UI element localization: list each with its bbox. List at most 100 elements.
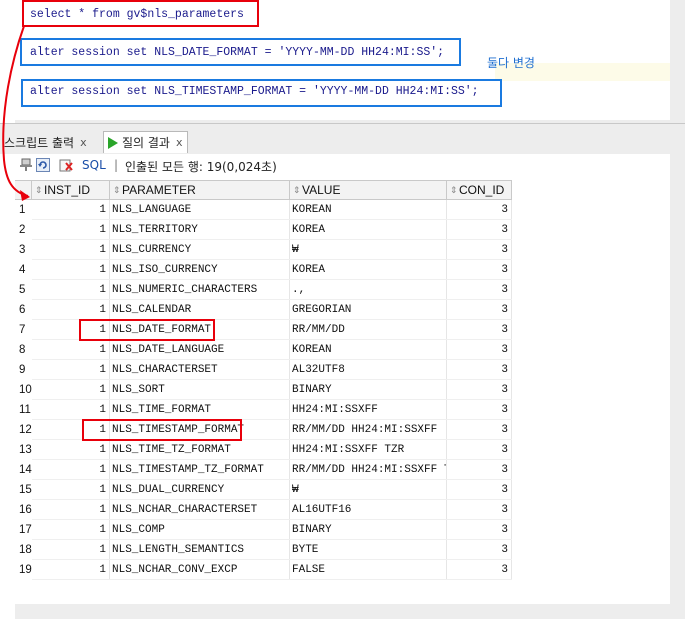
close-icon[interactable]: x bbox=[176, 136, 183, 149]
table-row[interactable]: 5 1 NLS_NUMERIC_CHARACTERS., 3 bbox=[15, 280, 512, 300]
cell-parameter[interactable]: NLS_DUAL_CURRENCY bbox=[110, 480, 290, 500]
column-header-label: PARAMETER bbox=[122, 183, 196, 197]
table-row[interactable]: 2 1 NLS_TERRITORY KOREA 3 bbox=[15, 220, 512, 240]
row-number: 13 bbox=[19, 444, 32, 456]
annotation-box-timestamp-format bbox=[21, 79, 502, 107]
cell-value[interactable]: GREGORIAN bbox=[290, 300, 447, 320]
cell-parameter[interactable]: NLS_NCHAR_CHARACTERSET bbox=[110, 500, 290, 520]
cell-inst-id[interactable]: 1 bbox=[32, 360, 110, 380]
export-icon[interactable] bbox=[59, 158, 73, 172]
cell-parameter[interactable]: NLS_LANGUAGE bbox=[110, 200, 290, 220]
cell-con-id[interactable]: 3 bbox=[447, 440, 512, 460]
cell-value[interactable]: FALSE bbox=[290, 560, 447, 580]
cell-value[interactable]: KOREAN bbox=[290, 200, 447, 220]
table-row[interactable]: 8 1 NLS_DATE_LANGUAGE KOREAN 3 bbox=[15, 340, 512, 360]
cell-parameter[interactable]: NLS_NCHAR_CONV_EXCP bbox=[110, 560, 290, 580]
cell-parameter[interactable]: NLS_DATE_LANGUAGE bbox=[110, 340, 290, 360]
column-header-parameter[interactable]: ⇕ PARAMETER bbox=[110, 180, 290, 200]
cell-value[interactable]: BINARY bbox=[290, 520, 447, 540]
cell-inst-id[interactable]: 1 bbox=[32, 500, 110, 520]
cell-parameter[interactable]: NLS_CHARACTERSET bbox=[110, 360, 290, 380]
cell-value[interactable]: RR/MM/DD HH24:MI:SSXFF bbox=[290, 420, 447, 440]
cell-inst-id[interactable]: 1 bbox=[32, 240, 110, 260]
table-row[interactable]: 4 1 NLS_ISO_CURRENCY KOREA 3 bbox=[15, 260, 512, 280]
cell-value[interactable]: AL32UTF8 bbox=[290, 360, 447, 380]
table-row[interactable]: 3 1 NLS_CURRENCY ₩3 bbox=[15, 240, 512, 260]
cell-con-id[interactable]: 3 bbox=[447, 400, 512, 420]
cell-con-id[interactable]: 3 bbox=[447, 560, 512, 580]
cell-inst-id[interactable]: 1 bbox=[32, 340, 110, 360]
cell-inst-id[interactable]: 1 bbox=[32, 520, 110, 540]
cell-value[interactable]: BYTE bbox=[290, 540, 447, 560]
cell-con-id[interactable]: 3 bbox=[447, 500, 512, 520]
cell-con-id[interactable]: 3 bbox=[447, 280, 512, 300]
cell-value[interactable]: ., bbox=[290, 280, 447, 300]
cell-inst-id[interactable]: 1 bbox=[32, 300, 110, 320]
cell-con-id[interactable]: 3 bbox=[447, 200, 512, 220]
cell-inst-id[interactable]: 1 bbox=[32, 480, 110, 500]
cell-value[interactable]: HH24:MI:SSXFF TZR bbox=[290, 440, 447, 460]
cell-inst-id[interactable]: 1 bbox=[32, 220, 110, 240]
table-row[interactable]: 1 1 NLS_LANGUAGE KOREAN 3 bbox=[15, 200, 512, 220]
cell-parameter[interactable]: NLS_TIME_FORMAT bbox=[110, 400, 290, 420]
table-row[interactable]: 18 1 NLS_LENGTH_SEMANTICS BYTE 3 bbox=[15, 540, 512, 560]
cell-parameter[interactable]: NLS_LENGTH_SEMANTICS bbox=[110, 540, 290, 560]
column-header-value[interactable]: ⇕ VALUE bbox=[290, 180, 447, 200]
cell-con-id[interactable]: 3 bbox=[447, 520, 512, 540]
cell-parameter[interactable]: NLS_CALENDAR bbox=[110, 300, 290, 320]
cell-value[interactable]: ₩ bbox=[290, 240, 447, 260]
table-row[interactable]: 11 1 NLS_TIME_FORMAT HH24:MI:SSXFF 3 bbox=[15, 400, 512, 420]
row-number: 7 bbox=[19, 324, 26, 336]
cell-value[interactable]: ₩ bbox=[290, 480, 447, 500]
tab-query-result[interactable]: 질의 결과 x bbox=[103, 131, 188, 153]
cell-value[interactable]: AL16UTF16 bbox=[290, 500, 447, 520]
cell-con-id[interactable]: 3 bbox=[447, 220, 512, 240]
cell-con-id[interactable]: 3 bbox=[447, 480, 512, 500]
cell-value[interactable]: KOREA bbox=[290, 220, 447, 240]
cell-inst-id[interactable]: 1 bbox=[32, 460, 110, 480]
cell-parameter[interactable]: NLS_NUMERIC_CHARACTERS bbox=[110, 280, 290, 300]
cell-parameter[interactable]: NLS_SORT bbox=[110, 380, 290, 400]
table-row[interactable]: 19 1 NLS_NCHAR_CONV_EXCP FALSE 3 bbox=[15, 560, 512, 580]
cell-parameter[interactable]: NLS_TIMESTAMP_TZ_FORMAT bbox=[110, 460, 290, 480]
table-row[interactable]: 15 1 NLS_DUAL_CURRENCY ₩3 bbox=[15, 480, 512, 500]
cell-inst-id[interactable]: 1 bbox=[32, 380, 110, 400]
cell-con-id[interactable]: 3 bbox=[447, 300, 512, 320]
cell-value[interactable]: RR/MM/DD HH24:MI:SSXFF TZR bbox=[290, 460, 447, 480]
cell-con-id[interactable]: 3 bbox=[447, 260, 512, 280]
cell-con-id[interactable]: 3 bbox=[447, 240, 512, 260]
cell-inst-id[interactable]: 1 bbox=[32, 560, 110, 580]
cell-value[interactable]: KOREAN bbox=[290, 340, 447, 360]
cell-value[interactable]: RR/MM/DD bbox=[290, 320, 447, 340]
cell-value[interactable]: KOREA bbox=[290, 260, 447, 280]
table-row[interactable]: 6 1 NLS_CALENDAR GREGORIAN 3 bbox=[15, 300, 512, 320]
cell-inst-id[interactable]: 1 bbox=[32, 400, 110, 420]
table-row[interactable]: 16 1 NLS_NCHAR_CHARACTERSET AL16UTF16 3 bbox=[15, 500, 512, 520]
close-icon[interactable]: x bbox=[80, 136, 87, 149]
table-row[interactable]: 14 1 NLS_TIMESTAMP_TZ_FORMAT RR/MM/DD HH24:… bbox=[15, 460, 512, 480]
sql-link[interactable]: SQL bbox=[82, 158, 106, 172]
cell-parameter[interactable]: NLS_ISO_CURRENCY bbox=[110, 260, 290, 280]
cell-con-id[interactable]: 3 bbox=[447, 540, 512, 560]
cell-inst-id[interactable]: 1 bbox=[32, 540, 110, 560]
cell-value[interactable]: HH24:MI:SSXFF bbox=[290, 400, 447, 420]
cell-parameter[interactable]: NLS_CURRENCY bbox=[110, 240, 290, 260]
table-row[interactable]: 17 1 NLS_COMP BINARY 3 bbox=[15, 520, 512, 540]
table-row[interactable]: 9 1 NLS_CHARACTERSET AL32UTF8 3 bbox=[15, 360, 512, 380]
cell-con-id[interactable]: 3 bbox=[447, 420, 512, 440]
cell-con-id[interactable]: 3 bbox=[447, 460, 512, 480]
cell-inst-id[interactable]: 1 bbox=[32, 440, 110, 460]
cell-parameter[interactable]: NLS_COMP bbox=[110, 520, 290, 540]
table-row[interactable]: 10 1 NLS_SORT BINARY 3 bbox=[15, 380, 512, 400]
cell-inst-id[interactable]: 1 bbox=[32, 260, 110, 280]
cell-parameter[interactable]: NLS_TIME_TZ_FORMAT bbox=[110, 440, 290, 460]
cell-inst-id[interactable]: 1 bbox=[32, 280, 110, 300]
cell-con-id[interactable]: 3 bbox=[447, 360, 512, 380]
table-row[interactable]: 13 1 NLS_TIME_TZ_FORMAT HH24:MI:SSXFF TZR 3 bbox=[15, 440, 512, 460]
cell-parameter[interactable]: NLS_TERRITORY bbox=[110, 220, 290, 240]
cell-con-id[interactable]: 3 bbox=[447, 340, 512, 360]
cell-con-id[interactable]: 3 bbox=[447, 320, 512, 340]
cell-con-id[interactable]: 3 bbox=[447, 380, 512, 400]
column-header-con-id[interactable]: ⇕ CON_ID bbox=[447, 180, 512, 200]
cell-value[interactable]: BINARY bbox=[290, 380, 447, 400]
